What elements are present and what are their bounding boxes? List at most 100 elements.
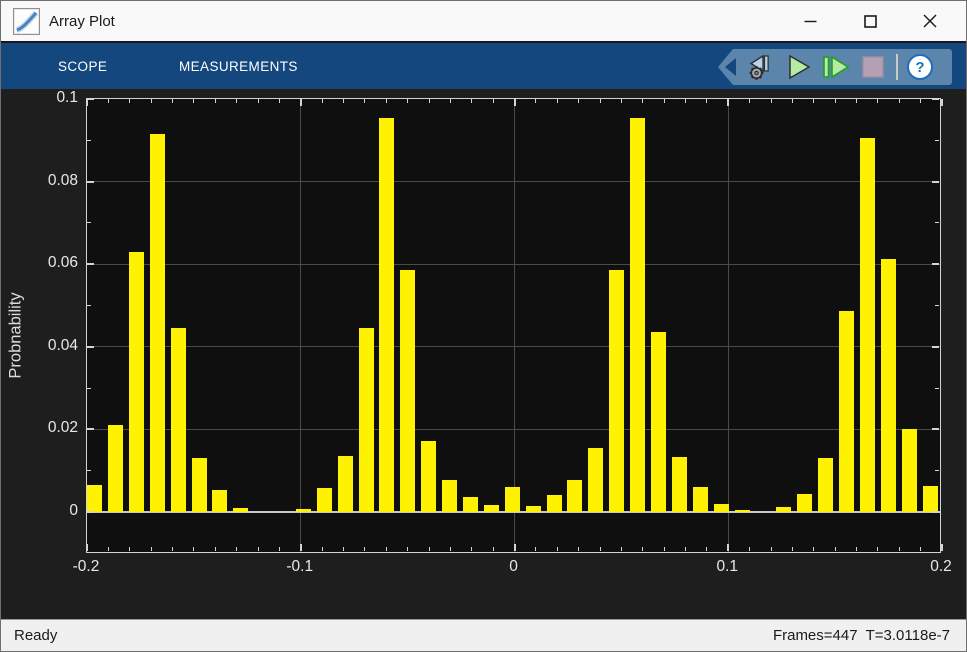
histogram-bar [212,490,227,512]
step-back-settings-icon [743,52,775,82]
window-controls [780,1,960,41]
x-axis-tick [664,99,665,103]
y-tick-label: 0.08 [1,172,78,190]
x-axis-tick [215,99,216,103]
frames-time-readout: Frames=447 T=3.0118e-7 [773,627,950,644]
x-axis-tick [450,99,451,103]
x-axis-tick [749,99,750,103]
step-forward-button[interactable] [816,50,854,84]
close-button[interactable] [900,1,960,41]
x-axis-tick [407,547,408,551]
x-axis-tick [429,99,430,103]
help-icon: ? [907,54,933,80]
x-axis-tick [364,99,365,103]
x-axis-tick [215,547,216,551]
y-axis-tick [935,470,939,471]
x-axis-tick [258,99,259,103]
histogram-bar [714,504,729,512]
x-axis-tick [172,99,173,103]
tab-scope[interactable]: SCOPE [58,43,107,89]
x-axis-tick [941,99,943,106]
gridline-vertical [300,99,301,552]
histogram-bar [818,458,833,512]
plot-canvas[interactable] [86,98,941,553]
y-axis-tick [935,388,939,389]
x-axis-tick [685,547,686,551]
y-axis-tick [87,140,91,141]
histogram-bar [630,118,645,512]
histogram-bar [588,448,603,512]
y-axis-tick [87,305,91,306]
x-axis-tick [792,99,793,103]
x-axis-tick [386,99,387,103]
y-axis-tick [935,305,939,306]
histogram-bar [923,486,938,512]
x-axis-tick [749,547,750,551]
x-axis-tick [471,99,472,103]
y-axis-tick [932,263,939,265]
x-axis-tick [771,99,772,103]
histogram-bar [776,507,791,512]
plot-region: Probnability -0.2-0.100.10.200.020.040.0… [1,89,966,621]
minimize-button[interactable] [780,1,840,41]
x-axis-tick [493,99,494,103]
histogram-bar [108,425,123,512]
x-axis-tick [300,544,302,551]
x-axis-tick [813,99,814,103]
x-axis-tick [172,547,173,551]
help-button[interactable]: ? [902,50,938,84]
x-axis-tick [450,547,451,551]
x-axis-tick [920,99,921,103]
histogram-bar [192,458,207,512]
x-tick-label: 0 [478,558,550,576]
histogram-bar [484,505,499,512]
playback-toolbar: ? [718,49,952,85]
y-axis-tick [932,511,939,513]
x-axis-tick [108,547,109,551]
gridline-vertical [514,99,515,552]
histogram-bar [881,259,896,512]
maximize-button[interactable] [840,1,900,41]
x-axis-tick [86,544,88,551]
collapse-toolbar-icon[interactable] [725,58,736,76]
y-axis-tick [932,181,939,183]
x-axis-tick [856,99,857,103]
x-axis-tick [813,547,814,551]
x-axis-tick [279,547,280,551]
x-axis-tick [557,99,558,103]
step-back-settings-button[interactable] [740,50,778,84]
status-bar: Ready Frames=447 T=3.0118e-7 [1,619,966,651]
y-axis-tick [87,470,91,471]
gridline-horizontal [87,181,940,182]
x-axis-tick [621,547,622,551]
x-axis-tick [364,547,365,551]
x-axis-tick [856,547,857,551]
x-axis-tick [514,99,516,106]
y-axis-tick [87,222,91,223]
status-text: Ready [14,627,57,644]
x-axis-tick [429,547,430,551]
y-tick-label: 0.1 [1,89,78,107]
x-axis-tick [727,544,729,551]
y-axis-tick [87,388,91,389]
x-axis-tick [941,544,943,551]
window-titlebar[interactable]: Array Plot [1,1,966,43]
x-tick-label: -0.2 [50,558,122,576]
y-tick-label: 0.04 [1,337,78,355]
run-button[interactable] [778,50,816,84]
y-axis-tick [932,428,939,430]
histogram-bar [171,328,186,512]
histogram-bar [526,506,541,512]
x-tick-label: 0.1 [691,558,763,576]
x-axis-tick [621,99,622,103]
histogram-bar [442,480,457,512]
y-axis-tick [87,98,94,100]
tab-measurements[interactable]: MEASUREMENTS [179,43,298,89]
x-axis-tick [557,547,558,551]
x-axis-tick [600,547,601,551]
y-axis-tick [87,346,94,348]
y-axis-tick [935,140,939,141]
x-axis-tick [322,99,323,103]
scope-toolbar: SCOPE MEASUREMENTS [1,43,966,89]
stop-button[interactable] [854,50,892,84]
